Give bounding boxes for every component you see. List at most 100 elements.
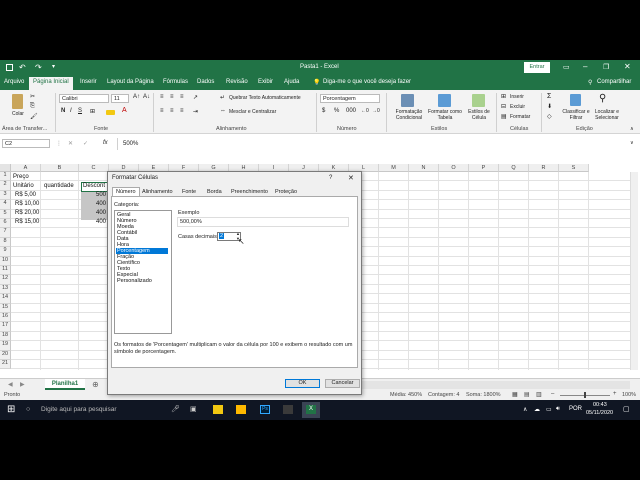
delete-cells-button[interactable]: Excluir	[510, 104, 525, 110]
microphone-icon[interactable]: 🎤︎	[171, 405, 180, 413]
dialog-tab-alignment[interactable]: Alinhamento	[142, 189, 173, 195]
insert-function-icon[interactable]: fx	[103, 140, 108, 146]
row-header-12[interactable]: 12	[0, 275, 11, 285]
row-header-6[interactable]: 6	[0, 219, 11, 229]
zoom-slider-thumb[interactable]	[584, 392, 586, 398]
ribbon-options-icon[interactable]: ▭	[563, 63, 570, 71]
decimals-input[interactable]: 2	[219, 233, 225, 239]
column-header-s[interactable]: S	[559, 164, 589, 172]
row-header-18[interactable]: 18	[0, 331, 11, 342]
cancel-button[interactable]: Cancelar	[325, 379, 360, 388]
align-center-icon[interactable]: ≡	[170, 108, 174, 114]
column-header-r[interactable]: R	[529, 164, 559, 172]
increase-decimal-icon[interactable]: ←0	[361, 108, 369, 114]
grow-font-icon[interactable]: A↑	[133, 94, 140, 100]
row-header-3[interactable]: 3	[0, 190, 11, 201]
row-header-14[interactable]: 14	[0, 294, 11, 304]
cell-a5[interactable]: R$ 15,00	[15, 219, 39, 225]
tab-insert[interactable]: Inserir	[80, 79, 97, 85]
find-select-button[interactable]: Localizar e Selecionar	[590, 109, 624, 121]
save-icon[interactable]	[6, 64, 13, 71]
cell-styles-button[interactable]: Estilos de Célula	[464, 109, 494, 121]
redo-icon[interactable]: ↷	[35, 63, 42, 72]
font-color-icon[interactable]: A	[122, 107, 127, 114]
row-header-13[interactable]: 13	[0, 284, 11, 295]
cut-icon[interactable]: ✂	[30, 93, 35, 100]
add-sheet-icon[interactable]: ⊕	[92, 380, 99, 389]
cell-a2[interactable]: R$ 5,00	[15, 192, 36, 198]
column-header-m[interactable]: M	[379, 164, 409, 172]
battery-icon[interactable]: ▭	[546, 406, 552, 413]
tab-file[interactable]: Arquivo	[4, 79, 24, 85]
font-size-select[interactable]: 11	[111, 94, 129, 103]
tab-review[interactable]: Revisão	[226, 79, 248, 85]
column-header-o[interactable]: O	[439, 164, 469, 172]
row-header-2[interactable]: 2	[0, 181, 11, 191]
percent-icon[interactable]: %	[334, 108, 339, 114]
normal-view-icon[interactable]: ▦	[512, 391, 518, 398]
dialog-tab-number[interactable]: Número	[112, 187, 140, 196]
merge-center-button[interactable]: Mesclar e Centralizar	[229, 109, 276, 115]
column-header-p[interactable]: P	[469, 164, 499, 172]
signin-button[interactable]: Entrar	[524, 62, 550, 73]
paste-icon[interactable]	[12, 94, 23, 109]
font-name-select[interactable]: Calibri	[59, 94, 109, 103]
volume-icon[interactable]: 🔊︎	[556, 406, 560, 413]
comma-style-icon[interactable]: 000	[346, 108, 356, 114]
shrink-font-icon[interactable]: A↓	[143, 94, 150, 100]
column-header-b[interactable]: B	[41, 164, 79, 172]
row-header-4[interactable]: 4	[0, 200, 11, 210]
borders-icon[interactable]: ⊞	[90, 108, 95, 115]
share-button[interactable]: Compartilhar	[597, 79, 631, 85]
column-header-q[interactable]: Q	[499, 164, 529, 172]
maximize-icon[interactable]: ❐	[603, 63, 609, 71]
conditional-format-button[interactable]: Formatação Condicional	[390, 109, 428, 121]
tray-chevron-icon[interactable]: ∧	[523, 406, 527, 413]
app-icon[interactable]	[283, 405, 293, 414]
cell-a1[interactable]: Unitário	[13, 183, 34, 189]
indent-icon[interactable]: ⇥	[193, 108, 198, 115]
zoom-out-icon[interactable]: –	[551, 391, 554, 397]
tab-data[interactable]: Dados	[197, 79, 214, 85]
find-icon[interactable]: ⚲	[599, 93, 606, 104]
underline-button[interactable]: S	[78, 108, 82, 114]
collapse-ribbon-icon[interactable]: ∧	[630, 126, 634, 132]
expand-formula-icon[interactable]: ∨	[630, 140, 634, 146]
clear-icon[interactable]: ◇	[547, 113, 552, 120]
clock-time[interactable]: 00:43	[593, 402, 607, 408]
dialog-tab-border[interactable]: Borda	[207, 189, 222, 195]
tab-formulas[interactable]: Fórmulas	[163, 79, 188, 85]
cell-c3[interactable]: 400	[96, 201, 106, 207]
zoom-level[interactable]: 100%	[622, 392, 636, 398]
row-header-10[interactable]: 10	[0, 256, 11, 266]
bold-button[interactable]: N	[61, 108, 65, 114]
tab-help[interactable]: Ajuda	[284, 79, 299, 85]
file-explorer-icon[interactable]	[213, 405, 223, 414]
dialog-tab-fill[interactable]: Preenchimento	[231, 189, 268, 195]
row-header-20[interactable]: 20	[0, 350, 11, 360]
autosum-icon[interactable]: Σ	[547, 93, 551, 100]
conditional-format-icon[interactable]	[401, 94, 414, 107]
fill-color-icon[interactable]	[106, 110, 115, 115]
row-header-8[interactable]: 8	[0, 237, 11, 248]
formula-input[interactable]: 500%	[123, 141, 138, 147]
italic-button[interactable]: I	[70, 108, 72, 114]
copy-icon[interactable]: ⎘	[30, 103, 35, 110]
cell-c1[interactable]: Descont	[83, 183, 105, 189]
vertical-scrollbar[interactable]	[630, 172, 638, 370]
cell-a4[interactable]: R$ 20,00	[15, 210, 39, 216]
zoom-in-icon[interactable]: +	[613, 391, 617, 397]
paste-button[interactable]: Colar	[12, 111, 24, 117]
language-indicator[interactable]: POR	[569, 406, 582, 412]
clock-date[interactable]: 05/11/2020	[586, 410, 613, 416]
row-header-17[interactable]: 17	[0, 322, 11, 332]
enter-icon[interactable]: ✓	[83, 140, 88, 147]
prev-sheet-icon[interactable]: ◀	[8, 381, 13, 388]
format-table-button[interactable]: Formatar como Tabela	[426, 109, 464, 121]
photoshop-icon[interactable]: Ps	[260, 405, 270, 414]
orientation-icon[interactable]: ↗	[193, 94, 198, 101]
row-header-5[interactable]: 5	[0, 209, 11, 219]
photos-icon[interactable]	[236, 405, 246, 414]
taskbar-search-input[interactable]: Digite aqui para pesquisar	[41, 406, 117, 413]
insert-cells-button[interactable]: Inserir	[510, 94, 524, 100]
